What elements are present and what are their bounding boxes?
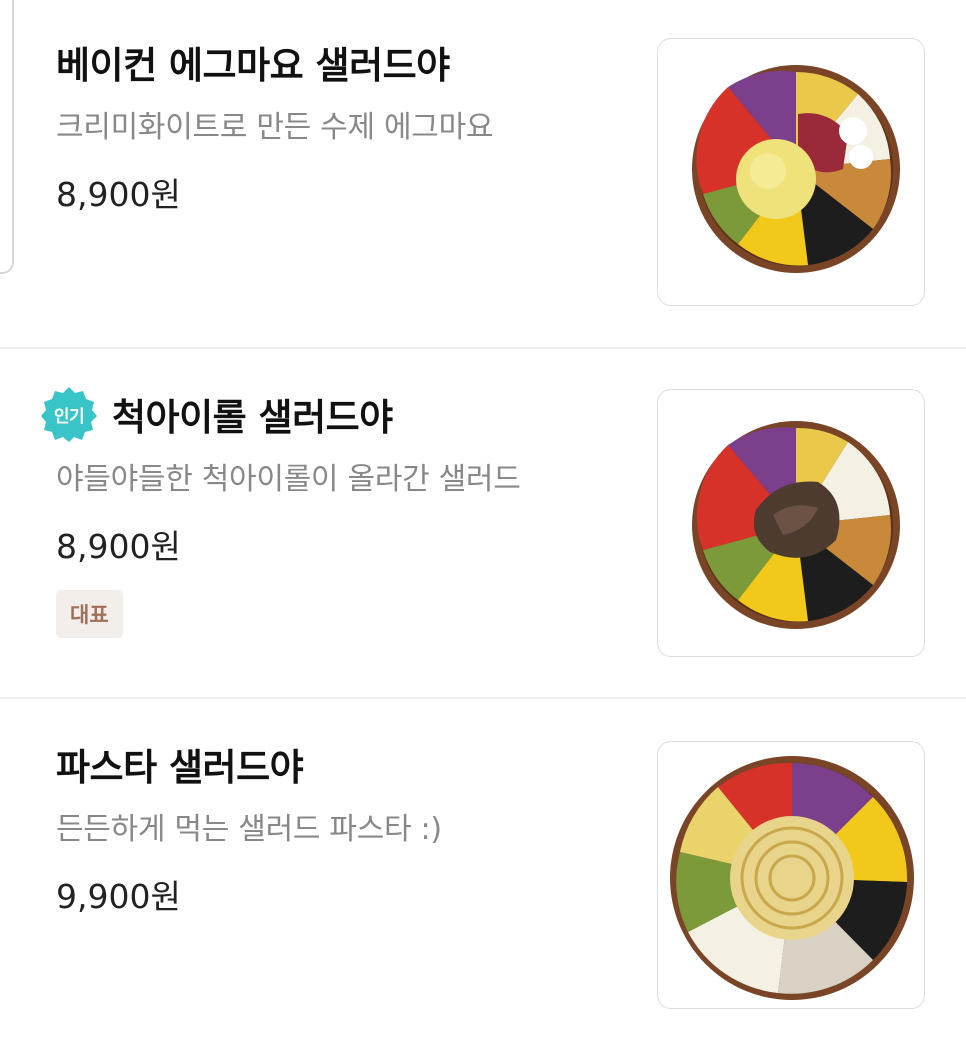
salad-bowl-chuck-eye-roll-icon xyxy=(692,421,900,629)
menu-item-text: 베이컨 에그마요 샐러드야 크리미화이트로 만든 수제 에그마요 8,900원 xyxy=(56,34,636,216)
salad-bowl-pasta-icon xyxy=(670,756,914,1000)
menu-item-bacon-egg-mayo-salad[interactable]: 베이컨 에그마요 샐러드야 크리미화이트로 만든 수제 에그마요 8,900원 xyxy=(0,0,966,348)
menu-item-pasta-salad[interactable]: 파스타 샐러드야 든든하게 먹는 샐러드 파스타 :) 9,900원 xyxy=(0,698,966,1043)
menu-item-image[interactable] xyxy=(657,38,925,306)
menu-item-image[interactable] xyxy=(657,741,925,1009)
menu-item-description: 크리미화이트로 만든 수제 에그마요 xyxy=(56,110,494,145)
menu-item-chuck-eye-roll-salad[interactable]: 인기 척아이롤 샐러드야 야들야들한 척아이롤이 올라간 샐러드 8,900원 … xyxy=(0,348,966,698)
menu-item-image[interactable] xyxy=(657,389,925,657)
menu-item-name: 파스타 샐러드야 xyxy=(56,746,304,789)
menu-item-name: 베이컨 에그마요 샐러드야 xyxy=(56,44,450,87)
menu-item-price: 8,900원 xyxy=(56,527,181,566)
menu-item-description: 야들야들한 척아이롤이 올라간 샐러드 xyxy=(56,462,521,497)
menu-item-name: 척아이롤 샐러드야 xyxy=(112,396,393,439)
menu-item-text: 파스타 샐러드야 든든하게 먹는 샐러드 파스타 :) 9,900원 xyxy=(56,736,636,918)
popular-badge: 인기 xyxy=(40,385,98,443)
signature-tag: 대표 xyxy=(56,590,123,638)
menu-item-description: 든든하게 먹는 샐러드 파스타 :) xyxy=(56,812,442,847)
menu-item-price: 9,900원 xyxy=(56,877,181,916)
salad-bowl-egg-mayo-icon xyxy=(692,65,900,273)
popular-badge-label: 인기 xyxy=(53,406,85,427)
menu-item-price: 8,900원 xyxy=(56,175,181,214)
menu-item-text: 인기 척아이롤 샐러드야 야들야들한 척아이롤이 올라간 샐러드 8,900원 … xyxy=(41,386,636,638)
name-row: 인기 척아이롤 샐러드야 xyxy=(41,386,636,442)
name-row: 파스타 샐러드야 xyxy=(56,736,636,792)
name-row: 베이컨 에그마요 샐러드야 xyxy=(56,34,636,90)
